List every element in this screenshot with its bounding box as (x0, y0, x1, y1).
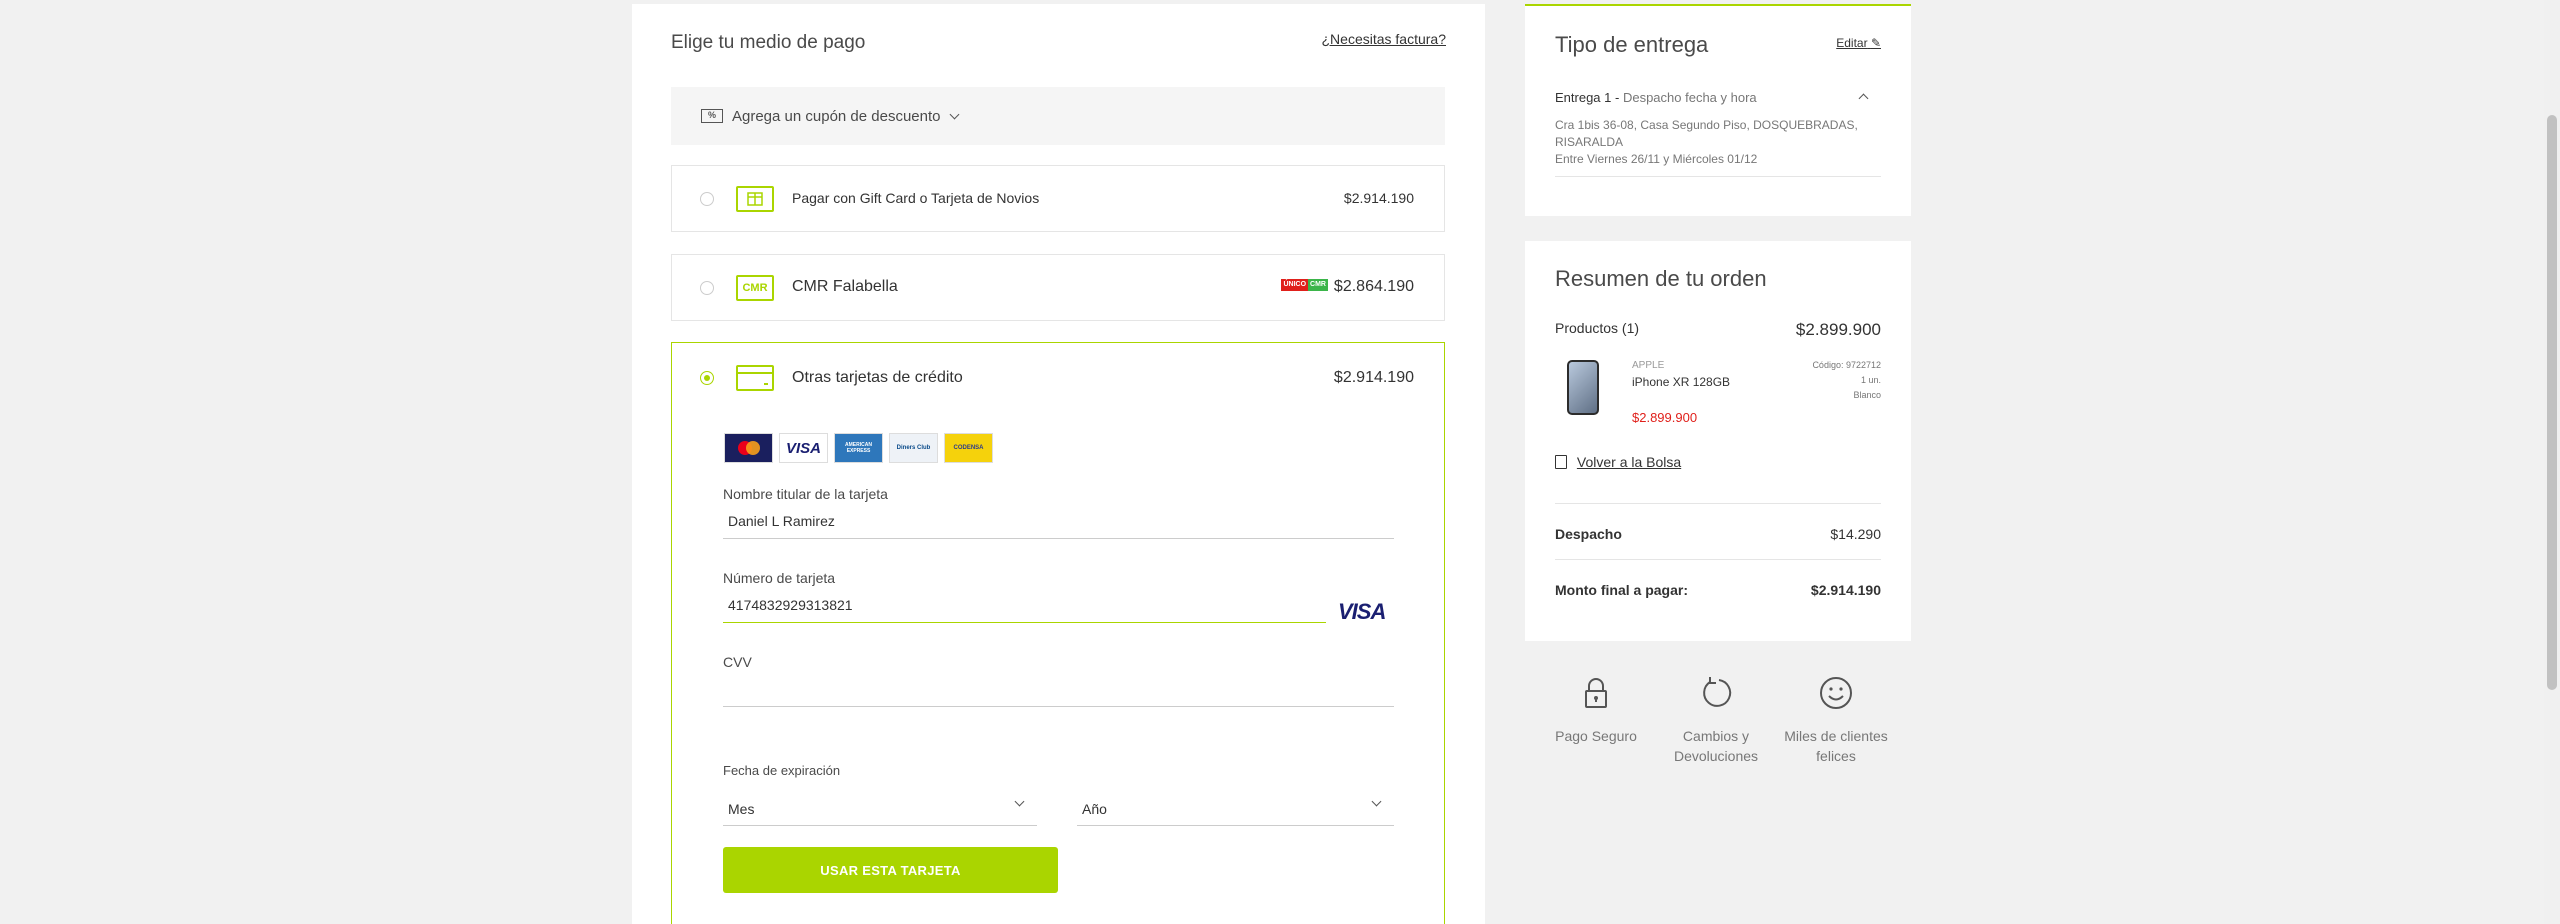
trust-label: Pago Seguro (1555, 728, 1637, 744)
giftcard-radio[interactable] (700, 192, 714, 206)
trust-label: Miles de clientes felices (1784, 728, 1888, 764)
unico-badge-right: CMR (1308, 279, 1328, 291)
unico-badge: ÚNICO CMR (1281, 279, 1328, 291)
products-row: Productos (1) $2.899.900 (1555, 320, 1881, 340)
card-logos: VISA AMERICAN EXPRESS Diners Club CODENS… (724, 433, 993, 463)
diners-logo: Diners Club (889, 433, 938, 463)
year-value: Año (1082, 801, 1107, 817)
product-image (1567, 360, 1599, 415)
trust-secure-payment: Pago Seguro (1541, 676, 1651, 746)
visa-brand-badge: VISA (1338, 599, 1386, 624)
codensa-logo: CODENSA (944, 433, 993, 463)
cmr-price: $2.864.190 (1333, 278, 1414, 295)
chevron-down-icon (1014, 796, 1025, 807)
credit-card-price: $2.914.190 (1333, 369, 1414, 386)
back-to-bag-link[interactable]: Volver a la Bolsa (1555, 454, 1681, 470)
divider (1555, 559, 1881, 560)
divider (1555, 176, 1881, 177)
delivery-window: Entre Viernes 26/11 y Miércoles 01/12 (1555, 152, 1758, 166)
giftcard-price: $2.914.190 (1343, 190, 1414, 206)
month-value: Mes (728, 801, 755, 817)
chevron-up-icon[interactable] (1858, 93, 1869, 104)
chevron-down-icon (949, 109, 959, 119)
payment-option-credit-card[interactable]: Otras tarjetas de crédito $2.914.190 VIS… (671, 342, 1445, 924)
payment-option-cmr[interactable]: CMR CMR Falabella ÚNICO CMR $2.864.190 (671, 254, 1445, 321)
cvv-input[interactable] (723, 671, 1394, 707)
visa-logo: VISA (779, 433, 828, 463)
cvv-label: CVV (723, 654, 752, 670)
trust-returns: Cambios y Devoluciones (1661, 676, 1771, 766)
smiley-icon (1819, 676, 1853, 710)
year-select[interactable]: Año (1077, 792, 1394, 826)
summary-title: Resumen de tu orden (1555, 266, 1767, 291)
edit-label: Editar (1836, 36, 1868, 50)
holder-input[interactable] (723, 503, 1394, 539)
back-to-bag-label: Volver a la Bolsa (1576, 454, 1682, 470)
use-card-button[interactable]: USAR ESTA TARJETA (723, 847, 1058, 893)
total-label: Monto final a pagar: (1555, 582, 1688, 598)
coupon-label: Agrega un cupón de descuento (732, 107, 941, 125)
month-select[interactable]: Mes (723, 792, 1037, 826)
total-value: $2.914.190 (1810, 582, 1881, 598)
product-meta: Código: 9722712 1 un. Blanco (1812, 358, 1881, 403)
scrollbar-thumb[interactable] (2547, 115, 2557, 690)
payment-panel: Elige tu medio de pago ¿Necesitas factur… (632, 4, 1485, 924)
holder-label: Nombre titular de la tarjeta (723, 486, 888, 502)
entry-label: Entrega 1 - (1555, 90, 1620, 105)
product-price: $2.899.900 (1632, 410, 1698, 425)
products-label: Productos (1) (1555, 320, 1640, 336)
gift-card-icon (736, 186, 774, 212)
payment-option-giftcard[interactable]: Pagar con Gift Card o Tarjeta de Novios … (671, 165, 1445, 232)
shipping-row: Despacho $14.290 (1555, 526, 1881, 542)
card-number-label: Número de tarjeta (723, 570, 836, 586)
cmr-radio[interactable] (700, 281, 714, 295)
products-value: $2.899.900 (1795, 320, 1881, 339)
coupon-icon: % (701, 109, 723, 123)
giftcard-label: Pagar con Gift Card o Tarjeta de Novios (792, 190, 1040, 206)
amex-logo: AMERICAN EXPRESS (834, 433, 883, 463)
refresh-icon (1699, 676, 1733, 710)
chevron-down-icon (1371, 796, 1382, 807)
delivery-entry: Entrega 1 - Despacho fecha y hora (1555, 90, 1757, 105)
order-summary-panel: Resumen de tu orden Productos (1) $2.899… (1525, 241, 1911, 641)
coupon-toggle[interactable]: % Agrega un cupón de descuento (671, 87, 1445, 145)
delivery-panel: Tipo de entrega Editar ✎ Entrega 1 - Des… (1525, 4, 1911, 216)
divider (1555, 503, 1881, 504)
expiry-label: Fecha de expiración (723, 763, 841, 778)
delivery-title: Tipo de entrega (1555, 32, 1709, 57)
delivery-address: Cra 1bis 36-08, Casa Segundo Piso, DOSQU… (1555, 117, 1885, 168)
product-name: iPhone XR 128GB (1632, 375, 1731, 389)
invoice-link[interactable]: ¿Necesitas factura? (1322, 31, 1447, 47)
pencil-icon: ✎ (1870, 36, 1881, 50)
bag-icon (1555, 455, 1567, 469)
product-code: Código: 9722712 (1812, 360, 1881, 370)
total-row: Monto final a pagar: $2.914.190 (1555, 582, 1881, 598)
page-scrollbar[interactable] (2544, 0, 2560, 924)
credit-card-radio[interactable] (700, 371, 714, 385)
card-number-input[interactable] (723, 587, 1326, 623)
mastercard-logo (724, 433, 773, 463)
payment-title: Elige tu medio de pago (671, 32, 866, 53)
lock-icon (1579, 676, 1613, 710)
credit-card-icon (736, 365, 774, 391)
trust-label: Cambios y Devoluciones (1673, 728, 1759, 764)
product-qty: 1 un. (1860, 375, 1881, 385)
unico-badge-left: ÚNICO (1281, 279, 1309, 291)
credit-card-label: Otras tarjetas de crédito (792, 369, 963, 386)
product-color: Blanco (1853, 390, 1881, 400)
address-line: Cra 1bis 36-08, Casa Segundo Piso, DOSQU… (1555, 118, 1858, 149)
shipping-value: $14.290 (1830, 526, 1881, 542)
product-brand: APPLE (1632, 360, 1665, 371)
delivery-edit-link[interactable]: Editar ✎ (1836, 36, 1881, 50)
entry-type: Despacho fecha y hora (1622, 90, 1757, 105)
cmr-label: CMR Falabella (792, 278, 898, 295)
cmr-icon: CMR (736, 275, 774, 301)
shipping-label: Despacho (1555, 526, 1622, 542)
trust-happy-clients: Miles de clientes felices (1781, 676, 1891, 766)
